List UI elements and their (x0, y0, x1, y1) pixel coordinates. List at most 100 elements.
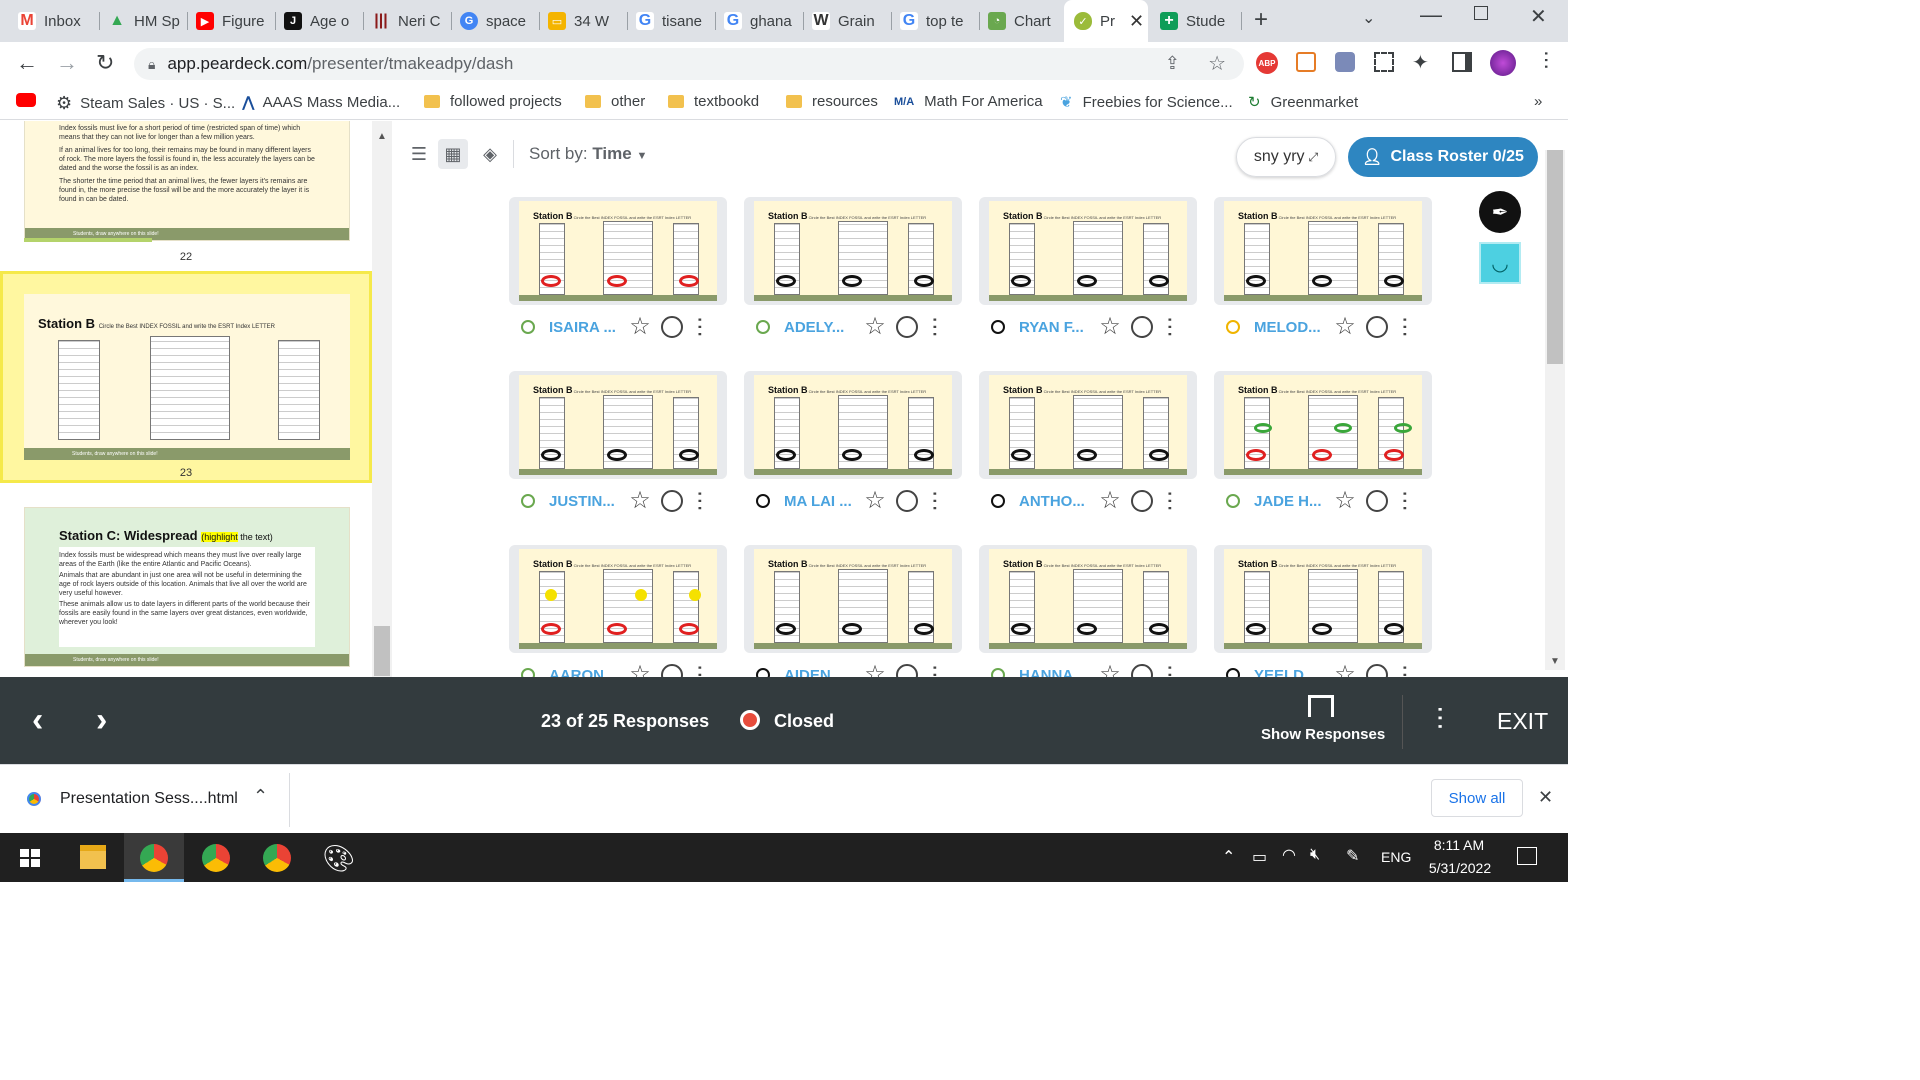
windows-start-icon[interactable] (20, 849, 40, 867)
student-name[interactable]: ADELY... (784, 319, 858, 336)
comment-bubble-icon[interactable] (661, 316, 683, 338)
more-vertical-icon[interactable]: ⋯ (1393, 664, 1418, 677)
student-name[interactable]: ANTHO... (1019, 493, 1093, 510)
more-vertical-icon[interactable]: ⋯ (923, 664, 948, 677)
student-name[interactable]: YEELD (1254, 667, 1328, 678)
more-vertical-icon[interactable]: ⋯ (688, 316, 713, 338)
student-name[interactable]: AIDEN (784, 667, 858, 678)
previous-slide-icon[interactable]: ‹ (32, 701, 43, 740)
more-vertical-icon[interactable]: ⋯ (1393, 316, 1418, 338)
show-responses-button[interactable]: Show Responses (1261, 726, 1385, 743)
clock-time[interactable]: 8:11 AM (1424, 837, 1494, 853)
student-drawing-mark (842, 449, 862, 461)
response-card[interactable]: Station B Circle the Best INDEX FOSSIL a… (744, 197, 962, 305)
star-icon[interactable]: ☆ (623, 663, 657, 678)
language-indicator[interactable]: ENG (1381, 849, 1411, 865)
student-name[interactable]: RYAN F... (1019, 319, 1093, 336)
comment-bubble-icon[interactable] (661, 490, 683, 512)
star-icon[interactable]: ☆ (1093, 663, 1127, 678)
comment-bubble-icon[interactable] (896, 664, 918, 677)
response-thumbnail[interactable]: Station B Circle the Best INDEX FOSSIL a… (519, 201, 717, 301)
download-filename[interactable]: Presentation Sess....html (60, 790, 238, 808)
clock-date[interactable]: 5/31/2022 (1420, 860, 1500, 876)
student-name[interactable]: AARON (549, 667, 623, 678)
wifi-icon[interactable]: ◠ (1282, 845, 1296, 865)
more-vertical-icon[interactable]: ⋯ (1158, 490, 1183, 512)
student-name[interactable]: JADE H... (1254, 493, 1328, 510)
response-card[interactable]: Station B Circle the Best INDEX FOSSIL a… (509, 545, 727, 653)
student-name[interactable]: MA LAI ... (784, 493, 858, 510)
student-name[interactable]: ISAIRA ... (549, 319, 623, 336)
response-card[interactable]: Station B Circle the Best INDEX FOSSIL a… (509, 371, 727, 479)
response-card[interactable]: Station B Circle the Best INDEX FOSSIL a… (744, 371, 962, 479)
comment-bubble-icon[interactable] (1366, 664, 1388, 677)
more-vertical-icon[interactable]: ⋯ (688, 664, 713, 677)
exit-button[interactable]: EXIT (1497, 708, 1548, 735)
star-icon[interactable]: ☆ (858, 663, 892, 678)
more-vertical-icon[interactable]: ⋯ (688, 490, 713, 512)
star-icon[interactable]: ☆ (1093, 315, 1127, 339)
star-icon[interactable]: ☆ (858, 489, 892, 513)
star-icon[interactable]: ☆ (623, 315, 657, 339)
more-vertical-icon[interactable]: ⋯ (1158, 316, 1183, 338)
student-name[interactable]: HANNA (1019, 667, 1093, 678)
close-downloads-icon[interactable]: ✕ (1538, 787, 1553, 808)
star-icon[interactable]: ☆ (1328, 315, 1362, 339)
comment-bubble-icon[interactable] (661, 664, 683, 677)
chevron-up-icon[interactable]: ⌃ (253, 786, 268, 807)
response-card[interactable]: Station B Circle the Best INDEX FOSSIL a… (979, 197, 1197, 305)
comment-bubble-icon[interactable] (896, 316, 918, 338)
battery-icon[interactable]: ▭ (1252, 847, 1267, 867)
comment-bubble-icon[interactable] (1131, 490, 1153, 512)
response-thumbnail[interactable]: Station B Circle the Best INDEX FOSSIL a… (989, 375, 1187, 475)
notifications-icon[interactable] (1517, 847, 1537, 865)
paint-icon[interactable]: 🎨︎ (322, 843, 355, 874)
star-icon[interactable]: ☆ (1093, 489, 1127, 513)
chrome-profile-t-icon[interactable] (202, 844, 230, 872)
closed-status-icon[interactable] (740, 710, 760, 730)
student-name[interactable]: MELOD... (1254, 319, 1328, 336)
response-thumbnail[interactable]: Station B Circle the Best INDEX FOSSIL a… (989, 201, 1187, 301)
more-vertical-icon[interactable]: ⋯ (923, 316, 948, 338)
taskbar-chrome-active[interactable] (124, 833, 184, 882)
pen-icon[interactable]: ✎ (1346, 846, 1359, 866)
response-thumbnail[interactable]: Station B Circle the Best INDEX FOSSIL a… (754, 375, 952, 475)
show-all-button[interactable]: Show all (1431, 779, 1523, 817)
response-card[interactable]: Station B Circle the Best INDEX FOSSIL a… (1214, 197, 1432, 305)
next-slide-icon[interactable]: › (96, 701, 107, 740)
student-name[interactable]: JUSTIN... (549, 493, 623, 510)
star-icon[interactable]: ☆ (858, 315, 892, 339)
chrome-profile-t2-icon[interactable] (263, 844, 291, 872)
response-card[interactable]: Station B Circle the Best INDEX FOSSIL a… (979, 545, 1197, 653)
response-thumbnail[interactable]: Station B Circle the Best INDEX FOSSIL a… (519, 375, 717, 475)
more-vertical-icon[interactable]: ⋯ (1158, 664, 1183, 677)
more-vertical-icon[interactable]: ⋯ (923, 490, 948, 512)
comment-bubble-icon[interactable] (1131, 664, 1153, 677)
star-icon[interactable]: ☆ (623, 489, 657, 513)
response-thumbnail[interactable]: Station B Circle the Best INDEX FOSSIL a… (1224, 375, 1422, 475)
response-thumbnail[interactable]: Station B Circle the Best INDEX FOSSIL a… (1224, 201, 1422, 301)
response-card[interactable]: Station B Circle the Best INDEX FOSSIL a… (1214, 545, 1432, 653)
response-thumbnail[interactable]: Station B Circle the Best INDEX FOSSIL a… (754, 549, 952, 649)
volume-muted-icon[interactable]: 🔇︎ (1310, 846, 1320, 864)
response-card[interactable]: Station B Circle the Best INDEX FOSSIL a… (1214, 371, 1432, 479)
response-card[interactable]: Station B Circle the Best INDEX FOSSIL a… (509, 197, 727, 305)
more-options-icon[interactable]: ⋯ (1426, 705, 1456, 731)
hidden-icons-chevron[interactable]: ⌃ (1222, 847, 1235, 867)
star-icon[interactable]: ☆ (1328, 489, 1362, 513)
comment-bubble-icon[interactable] (896, 490, 918, 512)
more-vertical-icon[interactable]: ⋯ (1393, 490, 1418, 512)
file-explorer-icon[interactable] (80, 845, 106, 869)
star-icon[interactable]: ☆ (1328, 663, 1362, 678)
response-thumbnail[interactable]: Station B Circle the Best INDEX FOSSIL a… (989, 549, 1187, 649)
session-status[interactable]: Closed (774, 711, 834, 732)
response-thumbnail[interactable]: Station B Circle the Best INDEX FOSSIL a… (754, 201, 952, 301)
response-thumbnail[interactable]: Station B Circle the Best INDEX FOSSIL a… (1224, 549, 1422, 649)
comment-bubble-icon[interactable] (1366, 490, 1388, 512)
comment-bubble-icon[interactable] (1366, 316, 1388, 338)
comment-bubble-icon[interactable] (1131, 316, 1153, 338)
response-card[interactable]: Station B Circle the Best INDEX FOSSIL a… (744, 545, 962, 653)
response-card[interactable]: Station B Circle the Best INDEX FOSSIL a… (979, 371, 1197, 479)
response-info-row: ANTHO... ☆ ⋯ (991, 489, 1183, 513)
response-thumbnail[interactable]: Station B Circle the Best INDEX FOSSIL a… (519, 549, 717, 649)
